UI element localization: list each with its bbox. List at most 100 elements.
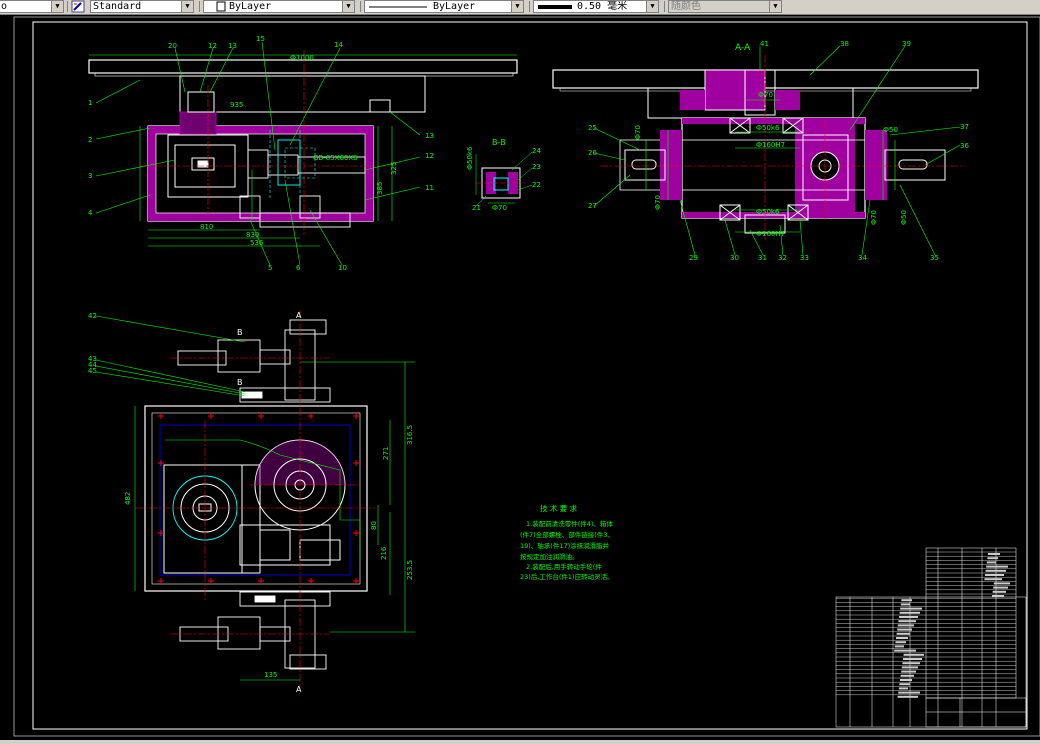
section-aa-view: A-A Ф70 Ф50k6 Ф160H7 Ф50k6 Ф160H7 Ф70 Ф7…: [552, 40, 979, 262]
textstyle-value: Standard: [93, 1, 142, 12]
dim-810: 810: [200, 223, 213, 231]
callouts-aa: 25 26 27 29 30 31 32 33 34 35 36 37 39 3…: [588, 40, 969, 262]
dim-482: 482: [124, 492, 132, 505]
parts-row-text-mark: [898, 687, 908, 690]
parts-row-text-mark: [897, 624, 914, 627]
tech-req-line5: 2.装配后,用手转动手轮(件: [526, 562, 602, 571]
chevron-down-icon[interactable]: ▼: [769, 1, 781, 12]
parts-row-text-mark: [992, 590, 1006, 593]
dim-aa-50b: Ф50: [883, 126, 898, 134]
plan-cut-marks: A A B B: [237, 311, 302, 694]
parts-row-text-mark: [898, 620, 916, 623]
lineweight-icon: [538, 5, 572, 9]
rotating-base: [179, 75, 426, 113]
toolbar-separator: [529, 1, 530, 12]
textstyle-combo[interactable]: Standard ▼: [90, 0, 194, 13]
dim-253: 253.5: [406, 560, 414, 580]
callout-13b: 13: [228, 42, 237, 50]
linetype-combo[interactable]: ByLayer ▼: [364, 0, 524, 13]
color-value: ByLayer: [229, 1, 272, 12]
plan-handwheel-bottom: [179, 591, 331, 670]
parts-row-text-mark: [896, 637, 908, 639]
parts-row-text-mark: [902, 662, 920, 665]
cut-a-bottom: A: [296, 685, 302, 694]
parts-row-text-mark: [894, 649, 916, 652]
parts-row-text-mark: [987, 557, 998, 560]
parts-row-text-mark: [897, 628, 912, 631]
callout-12b: 12: [208, 42, 217, 50]
parts-row-text-mark: [895, 641, 906, 644]
chevron-down-icon[interactable]: ▼: [511, 1, 523, 12]
callout-33: 33: [800, 254, 809, 262]
color-combo[interactable]: ByLayer ▼: [203, 0, 355, 13]
callout-12: 12: [425, 152, 434, 160]
cut-b-top: B: [237, 328, 243, 337]
toolbar-separator: [67, 1, 68, 12]
section-bb-label: B-B: [492, 138, 506, 147]
callouts-plan: 42 43 44 45: [88, 312, 97, 375]
callout-11: 11: [425, 184, 434, 192]
chevron-down-icon[interactable]: ▼: [646, 1, 658, 12]
parts-row-text-mark: [992, 595, 1004, 597]
callout-26: 26: [588, 149, 597, 157]
callout-38: 38: [840, 40, 849, 48]
callout-5: 5: [268, 264, 272, 272]
callout-30: 30: [730, 254, 739, 262]
callout-41: 41: [760, 40, 769, 48]
dim-271: 271: [382, 447, 390, 460]
lineweight-combo[interactable]: 0.50 毫米 ▼: [533, 0, 659, 13]
plotstyle-combo[interactable]: 随颜色 ▼: [668, 0, 782, 13]
callout-3: 3: [88, 172, 92, 180]
tech-req-line1: 1.装配前清洗零件(件4)、箱体: [526, 519, 613, 528]
drawing-canvas[interactable]: Ф1000 935 810 830 536 GB-85X60X6 385 325: [0, 14, 1040, 744]
callout-29: 29: [689, 254, 698, 262]
cut-b-bottom: B: [237, 378, 243, 387]
plan-view: A A B B 316.5 253.5 271 216 80 482 135 4…: [88, 310, 415, 694]
section-bb-view: B-B Ф50k6 Ф70 24 23 22 21: [466, 138, 541, 212]
parts-row-text-mark: [899, 683, 910, 686]
tech-requirements: 技 术 要 求 1.装配前清洗零件(件4)、箱体 (件7)全部螺栓、部件链接(件…: [520, 503, 614, 581]
parts-row-text-mark: [988, 553, 1000, 555]
callout-42: 42: [88, 312, 97, 320]
dim-bb-50k6: Ф50k6: [466, 146, 474, 170]
dim-830: 830: [246, 231, 259, 239]
parts-row-text-mark: [894, 645, 904, 648]
callout-22: 22: [532, 181, 541, 189]
callout-2: 2: [88, 136, 92, 144]
dim-aa-50: Ф50: [900, 210, 908, 225]
layer-color-icon: [216, 1, 226, 12]
centerlines-plan: [135, 310, 375, 690]
callout-37: 37: [960, 123, 969, 131]
linetype-value: ByLayer: [433, 1, 476, 12]
callout-15: 15: [256, 35, 265, 43]
textstyle-icon[interactable]: [71, 0, 85, 13]
chevron-down-icon[interactable]: ▼: [51, 1, 63, 12]
plotstyle-value: 随颜色: [671, 1, 701, 12]
parts-row-text-mark: [900, 679, 912, 681]
prev-style-combo[interactable]: o ▼: [0, 0, 64, 13]
dimension-lines-plan: [134, 361, 415, 681]
parts-row-text-mark: [986, 565, 1008, 568]
section-aa-label: A-A: [735, 43, 751, 53]
chevron-down-icon[interactable]: ▼: [181, 1, 193, 12]
callout-36: 36: [960, 142, 969, 150]
parts-row-text-mark: [985, 569, 1006, 572]
parts-row-text-mark: [903, 653, 924, 656]
chevron-down-icon[interactable]: ▼: [342, 1, 354, 12]
dim-aa-50k6b: Ф50k6: [756, 208, 780, 216]
tech-req-title: 技 术 要 求: [540, 503, 578, 513]
callout-31: 31: [758, 254, 767, 262]
dim-536: 536: [250, 239, 264, 247]
callout-32: 32: [778, 254, 787, 262]
aa-bearings: [719, 117, 809, 221]
command-line-edge: [0, 740, 1040, 744]
dim-135: 135: [264, 671, 277, 679]
dim-385: 385: [376, 182, 384, 195]
callout-45: 45: [88, 367, 97, 375]
parts-row-text-mark: [899, 611, 920, 614]
parts-row-text-mark: [901, 599, 912, 602]
properties-toolbar: o ▼ Standard ▼ ByLayer ▼ ByLayer ▼ 0.50 …: [0, 0, 1040, 15]
parts-row-text-mark: [901, 670, 916, 673]
parts-row-text-mark: [903, 658, 922, 660]
parts-row-text-mark: [984, 578, 1002, 581]
